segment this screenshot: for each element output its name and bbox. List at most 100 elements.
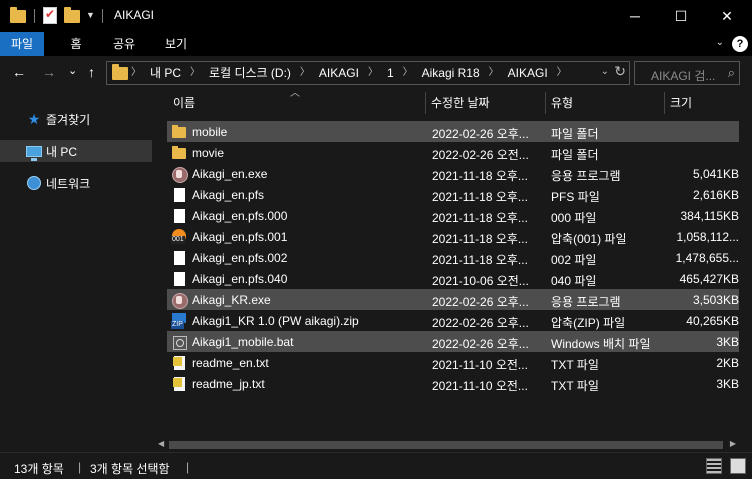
file-row-aikagi-en-pfs-002[interactable]: Aikagi_en.pfs.002 2021-11-18 오후... 002 파… (167, 247, 739, 268)
file-name: Aikagi1_KR 1.0 (PW aikagi).zip (192, 314, 359, 328)
search-box[interactable]: AIKAGI 검... ⌕ (634, 61, 740, 85)
horizontal-scrollbar[interactable]: ◀ ▶ (155, 438, 739, 452)
file-type: 응용 프로그램 (551, 295, 621, 309)
file-date: 2022-02-26 오후... (432, 337, 529, 351)
file-row-mobile[interactable]: mobile 2022-02-26 오후... 파일 폴더 (167, 121, 739, 142)
scroll-right-icon[interactable]: ▶ (730, 439, 736, 448)
large-icons-view-icon[interactable] (730, 458, 746, 474)
sidebar-item-label: 즐겨찾기 (46, 112, 91, 127)
breadcrumb-item[interactable]: 1 (387, 62, 394, 84)
sidebar-item-quick-access[interactable]: ★ 즐겨찾기 (0, 108, 152, 130)
breadcrumb-item[interactable]: 로컬 디스크 (D:) (209, 62, 291, 84)
file-date: 2022-02-26 오전... (432, 148, 529, 162)
file-row-aikagi-kr-exe[interactable]: Aikagi_KR.exe 2022-02-26 오후... 응용 프로그램 3… (167, 289, 739, 310)
file-name: Aikagi_en.pfs.002 (192, 251, 288, 265)
navigation-pane: ★ 즐겨찾기 내 PC 네트워크 (0, 92, 152, 452)
back-button[interactable]: ← (12, 64, 26, 80)
star-icon: ★ (27, 110, 41, 127)
ribbon: 파일 홈 공유 보기 ⌄ ? (0, 32, 752, 56)
column-header-size[interactable]: 크기 (664, 90, 742, 116)
folder-icon (112, 64, 128, 80)
file-date: 2021-11-18 오후... (432, 211, 528, 225)
quick-access-dropdown-icon[interactable]: ▼ (86, 10, 95, 20)
address-bar[interactable]: 〉 내 PC 〉 로컬 디스크 (D:) 〉 AIKAGI 〉 1 〉 Aika… (106, 61, 630, 85)
up-button[interactable]: ↑ (88, 64, 95, 80)
file-row-aikagi-en-pfs-001[interactable]: Aikagi_en.pfs.001 2021-11-18 오후... 압축(00… (167, 226, 739, 247)
file-size: 1,058,112... (676, 230, 740, 244)
scrollbar-thumb[interactable] (169, 441, 723, 449)
properties-icon[interactable] (43, 7, 57, 24)
file-row-aikagi-en-pfs[interactable]: Aikagi_en.pfs 2021-11-18 오후... PFS 파일 2,… (167, 184, 739, 205)
help-icon[interactable]: ? (732, 36, 748, 52)
file-list: ︿ 이름 수정한 날짜 유형 크기 mobile 2022-02-26 오후..… (153, 88, 752, 452)
file-name: Aikagi_en.pfs (192, 188, 265, 202)
file-row-aikagi-en-pfs-000[interactable]: Aikagi_en.pfs.000 2021-11-18 오후... 000 파… (167, 205, 739, 226)
file-type: 응용 프로그램 (551, 169, 621, 183)
sidebar-item-label: 네트워크 (46, 176, 91, 191)
tab-file[interactable]: 파일 (0, 32, 44, 56)
selection-count: 3개 항목 선택함 (90, 462, 170, 476)
file-date: 2021-11-10 오전... (432, 379, 528, 393)
status-bar: 13개 항목 | 3개 항목 선택함 | (0, 452, 752, 479)
application-icon (171, 292, 188, 309)
file-size: 5,041KB (692, 167, 739, 181)
folder-icon (171, 124, 187, 140)
divider (34, 9, 35, 23)
breadcrumb-item[interactable]: AIKAGI (319, 62, 359, 84)
file-row-aikagi-en-exe[interactable]: Aikagi_en.exe 2021-11-18 오후... 응용 프로그램 5… (167, 163, 739, 184)
folder-icon[interactable] (10, 6, 26, 25)
title-bar: ▼ AIKAGI ─ ☐ ✕ (0, 0, 752, 32)
file-name: Aikagi_en.pfs.040 (192, 272, 288, 286)
expand-ribbon-icon[interactable]: ⌄ (716, 37, 724, 48)
close-button[interactable]: ✕ (704, 0, 750, 32)
scroll-left-icon[interactable]: ◀ (158, 439, 164, 448)
file-date: 2022-02-26 오후... (432, 316, 529, 330)
tab-view[interactable]: 보기 (156, 32, 196, 56)
file-row-aikagi1-kr-zip[interactable]: Aikagi1_KR 1.0 (PW aikagi).zip 2022-02-2… (167, 310, 739, 331)
file-icon (171, 271, 187, 287)
divider (102, 9, 103, 23)
file-date: 2021-11-18 오후... (432, 190, 528, 204)
column-header-name[interactable]: 이름 (167, 90, 425, 116)
sidebar-item-network[interactable]: 네트워크 (0, 172, 152, 194)
file-type: 000 파일 (551, 211, 597, 225)
vertical-scrollbar[interactable] (739, 90, 752, 452)
file-name: readme_en.txt (192, 356, 269, 370)
forward-button[interactable]: → (42, 64, 56, 80)
file-type: PFS 파일 (551, 190, 600, 204)
window-title: AIKAGI (114, 8, 155, 22)
file-size: 3KB (716, 377, 739, 391)
text-file-icon (171, 376, 187, 392)
network-icon (26, 175, 42, 191)
column-header-type[interactable]: 유형 (545, 90, 664, 116)
file-date: 2021-11-18 오후... (432, 169, 528, 183)
breadcrumb-item[interactable]: Aikagi R18 (422, 62, 480, 84)
zip-archive-icon (171, 313, 187, 329)
file-type: TXT 파일 (551, 358, 599, 372)
new-folder-icon[interactable] (64, 6, 80, 25)
batch-file-icon (171, 334, 187, 350)
refresh-button[interactable]: ↻ (614, 63, 626, 80)
file-type: 압축(001) 파일 (551, 232, 627, 246)
tab-home[interactable]: 홈 (58, 32, 94, 56)
recent-locations-icon[interactable]: ⌄ (68, 64, 77, 77)
file-type: 파일 폴더 (551, 127, 599, 141)
file-row-aikagi-en-pfs-040[interactable]: Aikagi_en.pfs.040 2021-10-06 오전... 040 파… (167, 268, 739, 289)
breadcrumb-item[interactable]: AIKAGI (508, 62, 548, 84)
details-view-icon[interactable] (706, 458, 722, 474)
file-row-readme-jp[interactable]: readme_jp.txt 2021-11-10 오전... TXT 파일 3K… (167, 373, 739, 394)
search-placeholder: AIKAGI 검... (651, 69, 716, 83)
file-row-readme-en[interactable]: readme_en.txt 2021-11-10 오전... TXT 파일 2K… (167, 352, 739, 373)
minimize-button[interactable]: ─ (612, 0, 658, 32)
file-row-movie[interactable]: movie 2022-02-26 오전... 파일 폴더 (167, 142, 739, 163)
sidebar-item-this-pc[interactable]: 내 PC (0, 140, 152, 162)
search-icon: ⌕ (727, 65, 735, 80)
application-icon (171, 166, 188, 183)
maximize-button[interactable]: ☐ (658, 0, 704, 32)
column-header-date[interactable]: 수정한 날짜 (425, 90, 545, 116)
breadcrumb-item[interactable]: 내 PC (150, 62, 181, 84)
file-row-aikagi1-mobile-bat[interactable]: Aikagi1_mobile.bat 2022-02-26 오후... Wind… (167, 331, 739, 352)
tab-share[interactable]: 공유 (104, 32, 144, 56)
address-dropdown-icon[interactable]: ⌄ (601, 66, 609, 77)
file-name: Aikagi_KR.exe (192, 293, 271, 307)
